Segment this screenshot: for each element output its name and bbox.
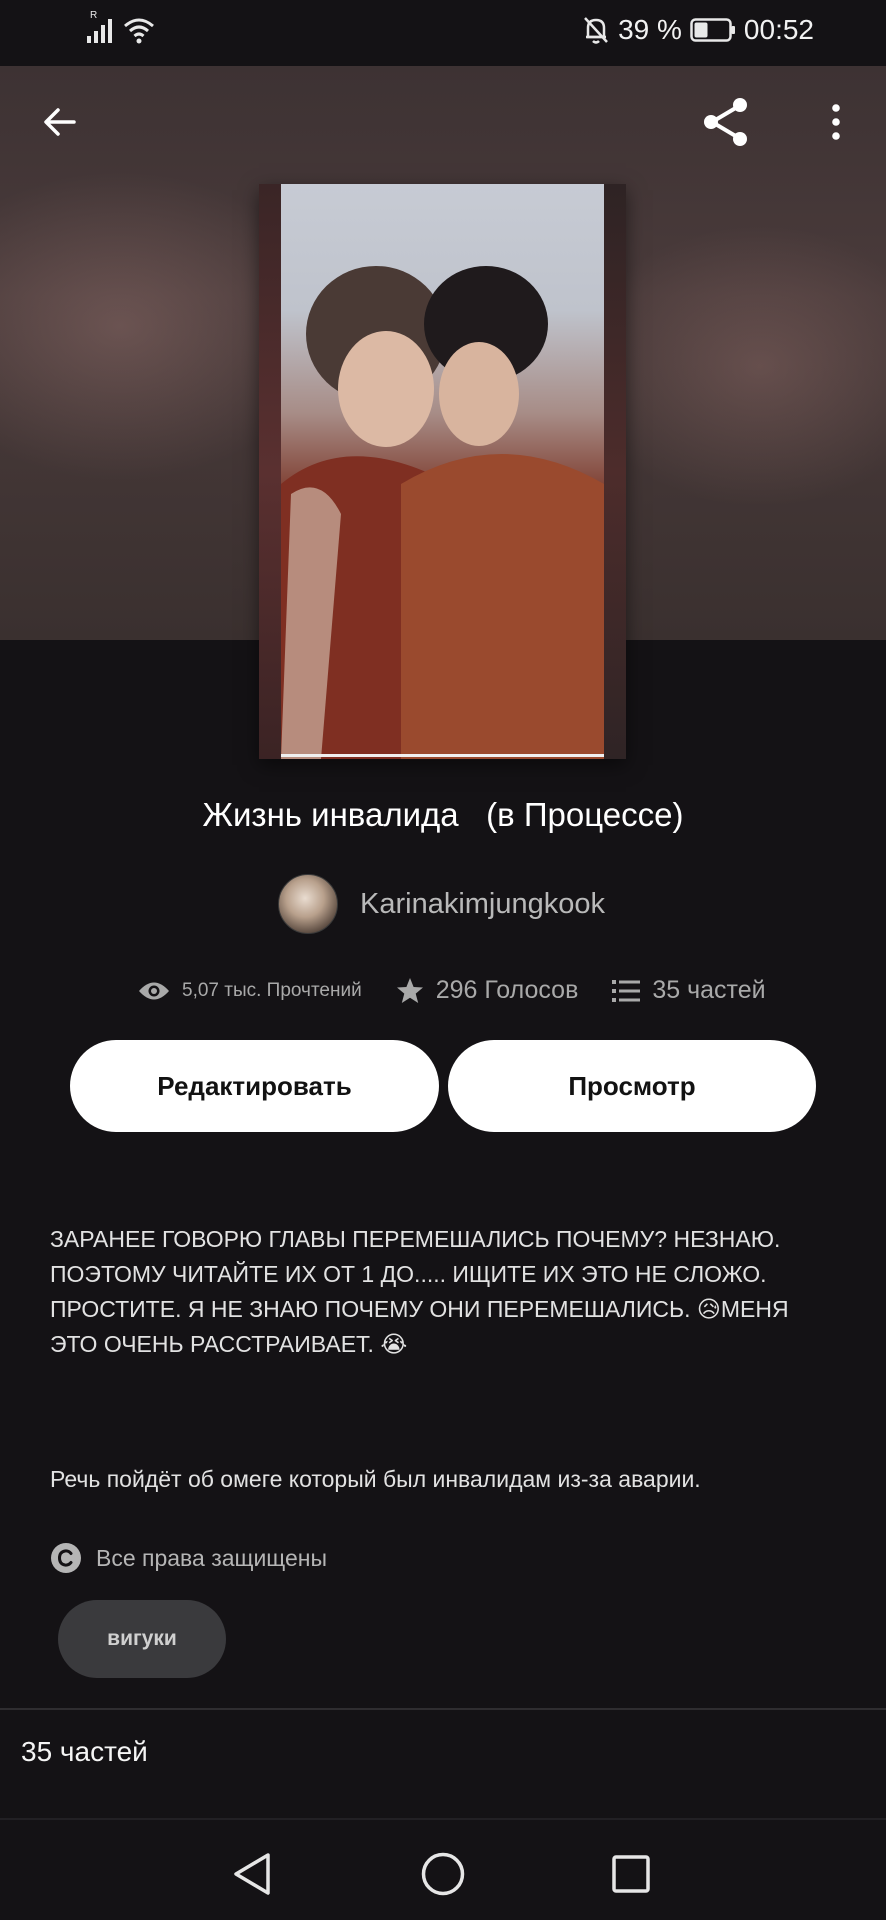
status-time: 00:52 xyxy=(743,14,814,45)
reads-stat: 5,07 тыс. Прочтений xyxy=(138,980,362,1002)
more-options-button[interactable] xyxy=(806,92,866,152)
nav-home-icon xyxy=(421,1852,465,1896)
description-line: ПРОСТИТЕ. Я НЕ ЗНАЮ ПОЧЕМУ ОНИ ПЕРЕМЕШАЛ… xyxy=(50,1296,789,1322)
reads-count: 5,07 тыс. Прочтений xyxy=(182,979,362,1001)
cover-bottom-line xyxy=(281,754,604,757)
votes-stat: 296 Голосов xyxy=(396,976,579,1005)
copyright-text: Все права защищены xyxy=(96,1544,327,1571)
author-name[interactable]: Karinakimjungkook xyxy=(360,888,605,921)
more-vertical-icon xyxy=(832,104,840,140)
parts-section-label[interactable]: 35 частей xyxy=(21,1736,148,1768)
nav-recents-button[interactable] xyxy=(601,1844,661,1904)
cover-artwork xyxy=(281,184,604,759)
eye-icon xyxy=(139,982,169,999)
edit-button[interactable]: Редактировать xyxy=(70,1040,439,1132)
bell-off-icon xyxy=(584,17,609,44)
copyright-row: Все права защищены xyxy=(50,1542,327,1574)
cover-border-left xyxy=(259,184,281,759)
back-button[interactable] xyxy=(30,92,90,152)
back-arrow-icon xyxy=(44,108,76,136)
battery-percent: 39 % xyxy=(618,14,682,45)
network-indicator: R xyxy=(90,10,98,21)
description-line: ПОЭТОМУ ЧИТАЙТЕ ИХ ОТ 1 ДО..... ИЩИТЕ ИХ… xyxy=(50,1261,767,1287)
cover-illustration xyxy=(281,266,604,759)
list-icon xyxy=(612,979,641,1002)
author-row[interactable]: Karinakimjungkook xyxy=(278,874,605,934)
nav-back-icon xyxy=(234,1853,270,1895)
story-details-screen: R 39 % 00:52 Жизнь инвалида (в Процессе)… xyxy=(0,0,886,1920)
share-icon xyxy=(704,98,747,146)
status-right: 39 % 00:52 xyxy=(582,14,814,46)
share-button[interactable] xyxy=(696,92,756,152)
story-summary: Речь пойдёт об омеге который был инвалид… xyxy=(50,1466,701,1492)
story-cover-image[interactable] xyxy=(259,184,626,759)
star-icon xyxy=(396,977,423,1003)
story-title: Жизнь инвалида (в Процессе) xyxy=(202,796,684,833)
nav-home-button[interactable] xyxy=(413,1844,473,1904)
status-left: R xyxy=(86,10,156,44)
story-description: ЗАРАНЕЕ ГОВОРЮ ГЛАВЫ ПЕРЕМЕШАЛИСЬ ПОЧЕМУ… xyxy=(50,1222,840,1362)
author-avatar[interactable] xyxy=(278,874,338,934)
description-line: ЭТО ОЧЕНЬ РАССТРАИВАЕТ. 😭 xyxy=(50,1331,408,1357)
nav-back-button[interactable] xyxy=(222,1844,282,1904)
wifi-icon xyxy=(124,18,154,44)
description-line: ЗАРАНЕЕ ГОВОРЮ ГЛАВЫ ПЕРЕМЕШАЛИСЬ ПОЧЕМУ… xyxy=(50,1226,781,1252)
status-bar: R 39 % 00:52 xyxy=(0,0,886,66)
parts-count: 35 частей xyxy=(652,976,766,1004)
story-stats: 5,07 тыс. Прочтений 296 Голосов 35 часте… xyxy=(138,976,766,1005)
system-nav-bar xyxy=(0,1820,886,1920)
view-button[interactable]: Просмотр xyxy=(448,1040,816,1132)
nav-recents-icon xyxy=(612,1855,650,1893)
battery-icon xyxy=(690,18,735,42)
cover-border-right xyxy=(604,184,626,759)
parts-stat: 35 частей xyxy=(612,976,766,1005)
tag-chip[interactable]: вигуки xyxy=(58,1600,226,1678)
section-divider xyxy=(0,1708,886,1710)
copyright-icon xyxy=(51,1543,81,1573)
votes-count: 296 Голосов xyxy=(435,976,579,1004)
